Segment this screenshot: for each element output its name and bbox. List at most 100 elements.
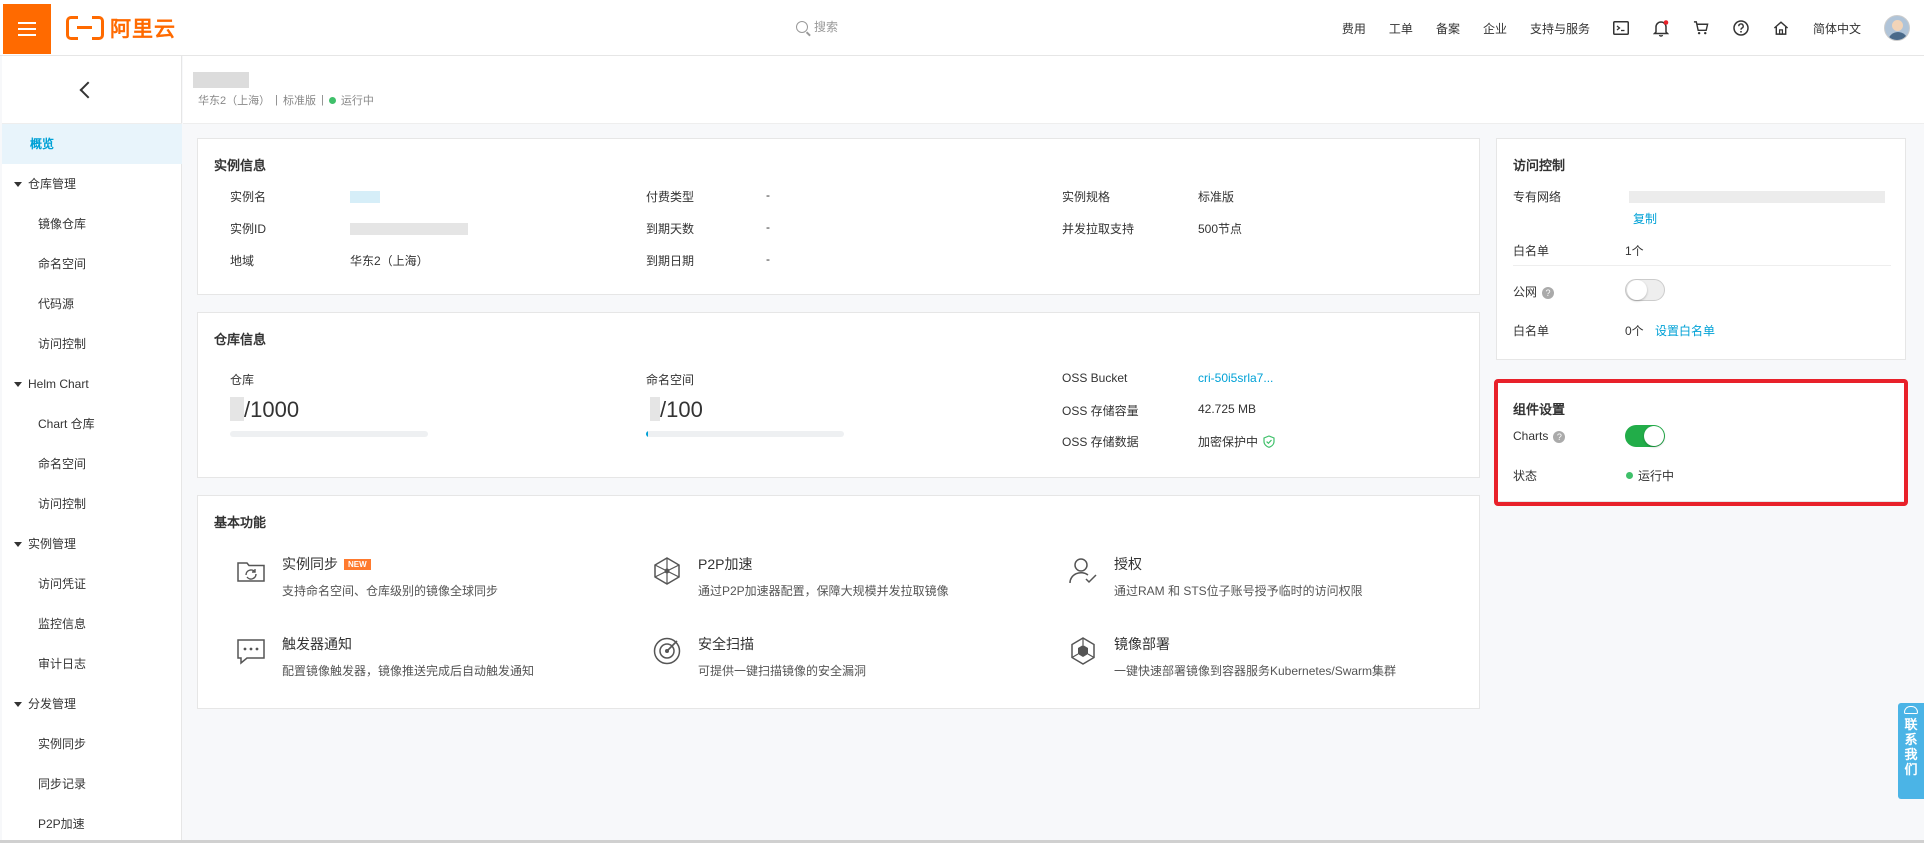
nav-tickets[interactable]: 工单: [1389, 20, 1413, 37]
separator: |: [320, 94, 324, 106]
nav-icp[interactable]: 备案: [1436, 20, 1460, 37]
nav-support[interactable]: 支持与服务: [1530, 20, 1590, 37]
help-icon[interactable]: [1733, 20, 1749, 36]
headset-icon: [1904, 706, 1918, 714]
sidebar-item-chart-repo[interactable]: Chart 仓库: [2, 404, 182, 444]
features-card: 基本功能 实例同步 NEW 支持命名空间、仓库级别的镜像全球同步 P2P加速 通过…: [197, 495, 1480, 709]
access-control-card: 访问控制 专有网络 复制 白名单 1个 公网? 白名单 0个 设置白名单: [1496, 138, 1906, 360]
sidebar-item-credentials[interactable]: 访问凭证: [2, 564, 182, 604]
sidebar-item-chart-access[interactable]: 访问控制: [2, 484, 182, 524]
feature-image-deploy[interactable]: 镜像部署 一键快速部署镜像到容器服务Kubernetes/Swarm集群: [1066, 634, 1396, 679]
search-icon: [796, 20, 808, 33]
card-title: 基本功能: [214, 515, 267, 530]
namespace-label: 命名空间: [646, 373, 695, 387]
caret-down-icon: [14, 701, 22, 707]
contact-us-button[interactable]: 联系我们: [1898, 703, 1924, 799]
back-button[interactable]: [2, 56, 182, 124]
oss-bucket-label: OSS Bucket: [1062, 371, 1128, 385]
region-value: 华东2（上海）: [350, 254, 429, 268]
chevron-left-icon: [79, 81, 97, 98]
aliyun-logo[interactable]: 阿里云: [66, 14, 176, 42]
search-box[interactable]: 搜索: [796, 18, 838, 35]
caret-down-icon: [14, 181, 22, 187]
feature-p2p[interactable]: P2P加速 通过P2P加速器配置，保障大规模并发拉取镜像: [650, 554, 949, 599]
deploy-icon: [1066, 634, 1100, 668]
scan-icon: [650, 634, 684, 668]
sidebar-item-access-control[interactable]: 访问控制: [2, 324, 182, 364]
pull-support-value: 500节点: [1198, 222, 1243, 236]
divider: [1513, 265, 1891, 266]
cart-icon[interactable]: [1693, 20, 1709, 36]
set-whitelist-link[interactable]: 设置白名单: [1655, 322, 1715, 339]
instance-id-label: 实例ID: [230, 222, 267, 236]
oss-capacity-label: OSS 存储容量: [1062, 404, 1139, 418]
sidebar-item-audit-log[interactable]: 审计日志: [2, 644, 182, 684]
status-text: 运行中: [340, 95, 374, 107]
terminal-icon[interactable]: [1612, 20, 1629, 36]
public-network-toggle[interactable]: [1625, 279, 1665, 301]
sidebar-group-label: Helm Chart: [28, 377, 89, 391]
question-icon[interactable]: ?: [1542, 286, 1555, 299]
namespace-usage-fill: [646, 431, 648, 437]
feature-title: 镜像部署: [1114, 636, 1170, 652]
sidebar-group-label: 仓库管理: [28, 177, 77, 191]
caret-down-icon: [14, 541, 22, 547]
sidebar-group-repo[interactable]: 仓库管理: [2, 164, 182, 204]
feature-authorization[interactable]: 授权 通过RAM 和 STS位子账号授予临时的访问权限: [1066, 554, 1363, 599]
feature-trigger-notify[interactable]: 触发器通知 配置镜像触发器，镜像推送完成后自动触发通知: [234, 634, 534, 679]
top-nav: 费用 工单 备案 企业 支持与服务 简体中文: [1342, 0, 1924, 56]
feature-instance-sync[interactable]: 实例同步 NEW 支持命名空间、仓库级别的镜像全球同步: [234, 554, 498, 599]
home-icon[interactable]: [1773, 20, 1789, 36]
bell-icon[interactable]: [1652, 19, 1669, 37]
whitelist-count: 1个: [1625, 244, 1644, 258]
region-label: 地域: [230, 254, 255, 268]
feature-title: 实例同步: [282, 556, 338, 572]
status-dot: [328, 96, 336, 104]
sidebar-item-sync-records[interactable]: 同步记录: [2, 764, 182, 804]
card-title: 仓库信息: [214, 332, 267, 347]
card-title: 实例信息: [214, 158, 267, 173]
sidebar-item-monitoring[interactable]: 监控信息: [2, 604, 182, 644]
page-header: 华东2（上海） | 标准版 | 运行中: [183, 56, 1924, 124]
separator: |: [275, 94, 278, 106]
spec-label: 实例规格: [1062, 190, 1111, 204]
feature-security-scan[interactable]: 安全扫描 可提供一键扫描镜像的安全漏洞: [650, 634, 866, 679]
card-title: 访问控制: [1513, 158, 1566, 173]
sidebar-group-distribution[interactable]: 分发管理: [2, 684, 182, 724]
sidebar-item-p2p[interactable]: P2P加速: [2, 804, 182, 843]
pay-type-label: 付费类型: [646, 190, 695, 204]
copy-link[interactable]: 复制: [1633, 210, 1657, 227]
feature-desc: 通过P2P加速器配置，保障大规模并发拉取镜像: [698, 584, 949, 598]
aliyun-logo-icon: [66, 15, 104, 41]
repo-quota: /1000: [244, 397, 300, 422]
sidebar-item-code-source[interactable]: 代码源: [2, 284, 182, 324]
oss-data-text: 加密保护中: [1198, 435, 1259, 449]
sidebar-item-overview[interactable]: 概览: [2, 124, 182, 164]
sidebar-item-image-repo[interactable]: 镜像仓库: [2, 204, 182, 244]
whitelist-label: 白名单: [1513, 244, 1550, 258]
nav-billing[interactable]: 费用: [1342, 20, 1366, 37]
oss-data-label: OSS 存储数据: [1062, 435, 1139, 449]
sidebar-item-instance-sync[interactable]: 实例同步: [2, 724, 182, 764]
search-placeholder: 搜索: [814, 20, 839, 34]
sidebar-group-label: 分发管理: [28, 697, 77, 711]
feature-title: P2P加速: [698, 556, 753, 572]
sidebar-group-helm[interactable]: Helm Chart: [2, 364, 182, 404]
feature-desc: 配置镜像触发器，镜像推送完成后自动触发通知: [282, 664, 535, 678]
language-switch[interactable]: 简体中文: [1813, 20, 1861, 37]
contact-us-label: 联系我们: [1904, 717, 1918, 777]
oss-bucket-link[interactable]: cri-50i5srla7...: [1198, 371, 1273, 385]
sidebar-item-namespace[interactable]: 命名空间: [2, 244, 182, 284]
feature-desc: 可提供一键扫描镜像的安全漏洞: [698, 664, 867, 678]
avatar[interactable]: [1884, 15, 1910, 41]
hamburger-icon: [18, 22, 36, 36]
vpc-label: 专有网络: [1513, 190, 1562, 204]
feature-title: 授权: [1114, 556, 1142, 572]
sidebar-item-chart-namespace[interactable]: 命名空间: [2, 444, 182, 484]
sidebar-group-instance[interactable]: 实例管理: [2, 524, 182, 564]
instance-name-label: 实例名: [230, 190, 267, 204]
sidebar-group-label: 实例管理: [28, 537, 77, 551]
sidebar-menu: 概览 仓库管理 镜像仓库 命名空间 代码源 访问控制 Helm Chart Ch…: [2, 124, 182, 843]
nav-enterprise[interactable]: 企业: [1483, 20, 1507, 37]
menu-button[interactable]: [3, 4, 51, 54]
